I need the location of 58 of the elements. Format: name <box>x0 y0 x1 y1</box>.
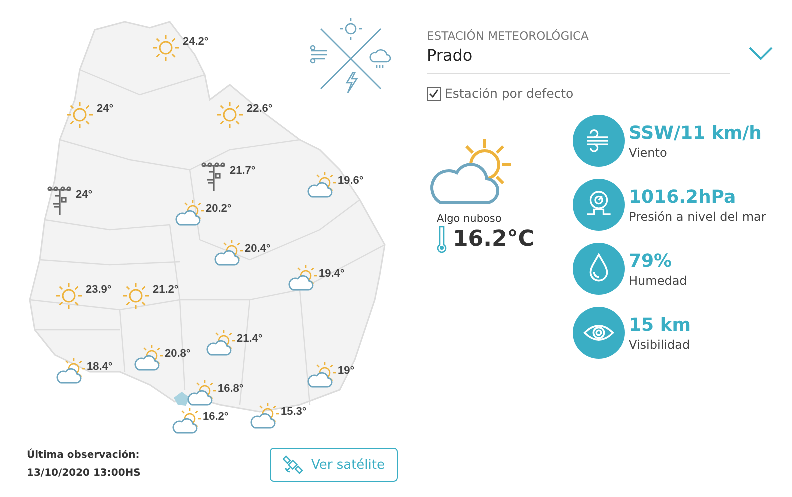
partly-cloudy-icon <box>306 362 336 390</box>
station-select[interactable]: ESTACIÓN METEOROLÓGICA Prado <box>427 29 730 74</box>
temperature-label: 18.4° <box>87 361 113 373</box>
weather-station-icon <box>46 186 74 216</box>
visibility-icon <box>573 307 625 359</box>
stat-value: 15 km <box>629 314 692 336</box>
sun-icon <box>65 100 95 130</box>
wind-icon <box>573 115 625 167</box>
sun-icon <box>54 281 84 311</box>
chevron-down-icon[interactable] <box>748 46 774 62</box>
stat-label: Visibilidad <box>629 338 692 352</box>
temperature-label: 24.2° <box>183 36 209 48</box>
stat-label: Humedad <box>629 274 688 288</box>
partly-cloudy-icon <box>55 358 85 386</box>
temperature-label: 16.2° <box>203 411 229 423</box>
temperature-label: 21.7° <box>230 165 256 177</box>
partly-cloudy-icon <box>171 408 201 436</box>
humidity-icon <box>573 243 625 295</box>
checkbox[interactable] <box>427 86 441 100</box>
temperature-label: 19° <box>338 365 355 377</box>
stat-label: Viento <box>629 146 668 160</box>
thermometer-icon <box>437 225 447 253</box>
stat-label: Presión a nivel del mar <box>629 210 766 224</box>
weather-station-icon <box>200 162 228 192</box>
partly-cloudy-icon <box>205 330 235 358</box>
stat-value: 79% <box>629 250 674 272</box>
observation-time: 13/10/2020 13:00HS <box>27 467 141 481</box>
temperature-value: 16.2°C <box>453 226 534 252</box>
sun-icon <box>215 100 245 130</box>
temperature-label: 24° <box>76 189 93 201</box>
stat-value: 1016.2hPa <box>629 186 738 208</box>
temperature-label: 20.2° <box>206 203 232 215</box>
sun-icon <box>121 281 151 311</box>
sun-icon <box>151 33 181 63</box>
temperature-label: 22.6° <box>247 103 273 115</box>
temperature-label: 21.4° <box>237 333 263 345</box>
temperature-label: 23.9° <box>86 284 112 296</box>
partly-cloudy-icon <box>249 403 279 431</box>
temperature-label: 24° <box>97 103 114 115</box>
temperature-label: 19.6° <box>338 175 364 187</box>
condition-label: Algo nuboso <box>437 213 502 225</box>
temperature-label: 21.2° <box>153 284 179 296</box>
partly-cloudy-icon <box>213 240 243 268</box>
temperature-label: 15.3° <box>281 406 307 418</box>
temperature-label: 20.8° <box>165 348 191 360</box>
partly-cloudy-icon <box>306 172 336 200</box>
observation-label: Última observación: <box>27 448 141 463</box>
pressure-icon <box>573 179 625 231</box>
temperature-label: 19.4° <box>319 268 345 280</box>
partly-cloudy-icon <box>174 200 204 228</box>
checkbox-label: Estación por defecto <box>445 86 574 101</box>
partly-cloudy-icon <box>287 265 317 293</box>
partly-cloudy-icon <box>186 380 216 408</box>
partly-cloudy-icon <box>133 345 163 373</box>
temperature-label: 16.8° <box>218 383 244 395</box>
temperature-label: 20.4° <box>245 243 271 255</box>
satellite-icon <box>283 455 304 475</box>
stat-value: SSW/11 km/h <box>629 122 762 144</box>
